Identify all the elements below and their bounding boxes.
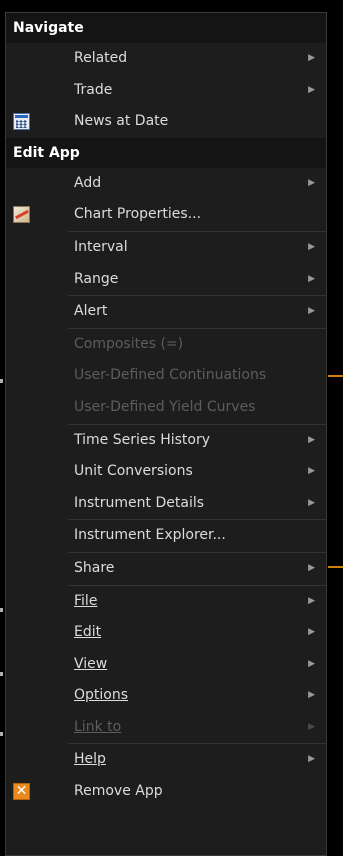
submenu-arrow-icon: ▶ xyxy=(308,466,315,477)
menu-item-label: News at Date xyxy=(74,113,169,130)
background-divider xyxy=(328,375,343,377)
menu-item-label: Chart Properties... xyxy=(74,206,202,223)
submenu-arrow-icon: ▶ xyxy=(308,627,315,638)
menu-item-label: Remove App xyxy=(74,783,163,800)
menu-item-label: Options xyxy=(74,687,129,704)
submenu-arrow-icon: ▶ xyxy=(308,690,315,701)
submenu-arrow-icon: ▶ xyxy=(308,595,315,606)
navigate-header: Navigate xyxy=(6,13,326,43)
menu-item-label: Range xyxy=(74,270,119,287)
menu-item-remove-app[interactable]: ✕ Remove App xyxy=(6,776,326,808)
menu-item-label: Help xyxy=(74,751,106,768)
menu-item-edit[interactable]: Edit ▶ xyxy=(6,617,326,649)
menu-item-alert[interactable]: Alert ▶ xyxy=(6,296,326,328)
background-mark xyxy=(0,732,3,736)
menu-item-instrument-explorer[interactable]: Instrument Explorer... xyxy=(6,520,326,552)
submenu-arrow-icon: ▶ xyxy=(308,84,315,95)
background-mark xyxy=(0,672,3,676)
edit-app-header: Edit App xyxy=(6,137,326,168)
chart-icon xyxy=(13,206,30,224)
menu-item-user-defined-yield-curves[interactable]: User-Defined Yield Curves xyxy=(6,392,326,424)
menu-item-label: Related xyxy=(74,50,128,66)
menu-item-label: Link to xyxy=(74,718,122,735)
submenu-arrow-icon: ▶ xyxy=(308,658,315,669)
menu-item-label: Share xyxy=(74,559,115,576)
menu-item-share[interactable]: Share ▶ xyxy=(6,553,326,585)
menu-item-related[interactable]: Related ▶ xyxy=(6,43,326,75)
context-menu: Navigate Related ▶ Trade ▶ News at Date … xyxy=(5,12,327,856)
submenu-arrow-icon: ▶ xyxy=(308,177,315,188)
menu-item-unit-conversions[interactable]: Unit Conversions ▶ xyxy=(6,456,326,488)
background-mark xyxy=(0,608,3,612)
menu-item-label: View xyxy=(74,655,108,672)
submenu-arrow-icon: ▶ xyxy=(308,562,315,573)
submenu-arrow-icon: ▶ xyxy=(308,241,315,252)
submenu-arrow-icon: ▶ xyxy=(308,273,315,284)
menu-item-help[interactable]: Help ▶ xyxy=(6,744,326,776)
menu-item-label: Trade xyxy=(74,81,113,98)
submenu-arrow-icon: ▶ xyxy=(308,306,315,317)
menu-item-time-series-history[interactable]: Time Series History ▶ xyxy=(6,425,326,457)
background-window xyxy=(327,0,343,856)
menu-item-label: Add xyxy=(74,174,102,191)
menu-item-interval[interactable]: Interval ▶ xyxy=(6,232,326,264)
submenu-arrow-icon: ▶ xyxy=(308,53,315,63)
menu-item-label: User-Defined Yield Curves xyxy=(74,398,256,415)
menu-item-label: Instrument Details xyxy=(74,494,205,511)
menu-item-news-at-date[interactable]: News at Date xyxy=(6,106,326,138)
remove-icon: ✕ xyxy=(13,783,30,801)
background-mark xyxy=(0,379,3,383)
menu-item-label: Instrument Explorer... xyxy=(74,527,226,544)
menu-item-chart-properties[interactable]: Chart Properties... xyxy=(6,199,326,231)
menu-item-label: Time Series History xyxy=(74,431,211,448)
menu-item-add[interactable]: Add ▶ xyxy=(6,168,326,200)
menu-item-composites[interactable]: Composites (=) xyxy=(6,329,326,361)
menu-item-link-to[interactable]: Link to ▶ xyxy=(6,712,326,744)
menu-item-view[interactable]: View ▶ xyxy=(6,649,326,681)
submenu-arrow-icon: ▶ xyxy=(308,721,315,732)
menu-item-user-defined-continuations[interactable]: User-Defined Continuations xyxy=(6,360,326,392)
submenu-arrow-icon: ▶ xyxy=(308,497,315,508)
menu-item-label: Edit xyxy=(74,624,102,641)
background-divider xyxy=(328,566,343,568)
menu-item-trade[interactable]: Trade ▶ xyxy=(6,75,326,107)
menu-item-options[interactable]: Options ▶ xyxy=(6,680,326,712)
menu-item-file[interactable]: File ▶ xyxy=(6,586,326,618)
menu-item-label: Interval xyxy=(74,238,128,255)
menu-item-label: Alert xyxy=(74,303,108,320)
submenu-arrow-icon: ▶ xyxy=(308,754,315,765)
menu-item-instrument-details[interactable]: Instrument Details ▶ xyxy=(6,488,326,520)
submenu-arrow-icon: ▶ xyxy=(308,434,315,445)
calendar-icon xyxy=(13,113,30,131)
menu-item-label: User-Defined Continuations xyxy=(74,367,267,384)
menu-item-label: File xyxy=(74,592,98,609)
menu-item-range[interactable]: Range ▶ xyxy=(6,264,326,296)
menu-item-label: Unit Conversions xyxy=(74,463,193,480)
menu-item-label: Composites (=) xyxy=(74,335,184,352)
